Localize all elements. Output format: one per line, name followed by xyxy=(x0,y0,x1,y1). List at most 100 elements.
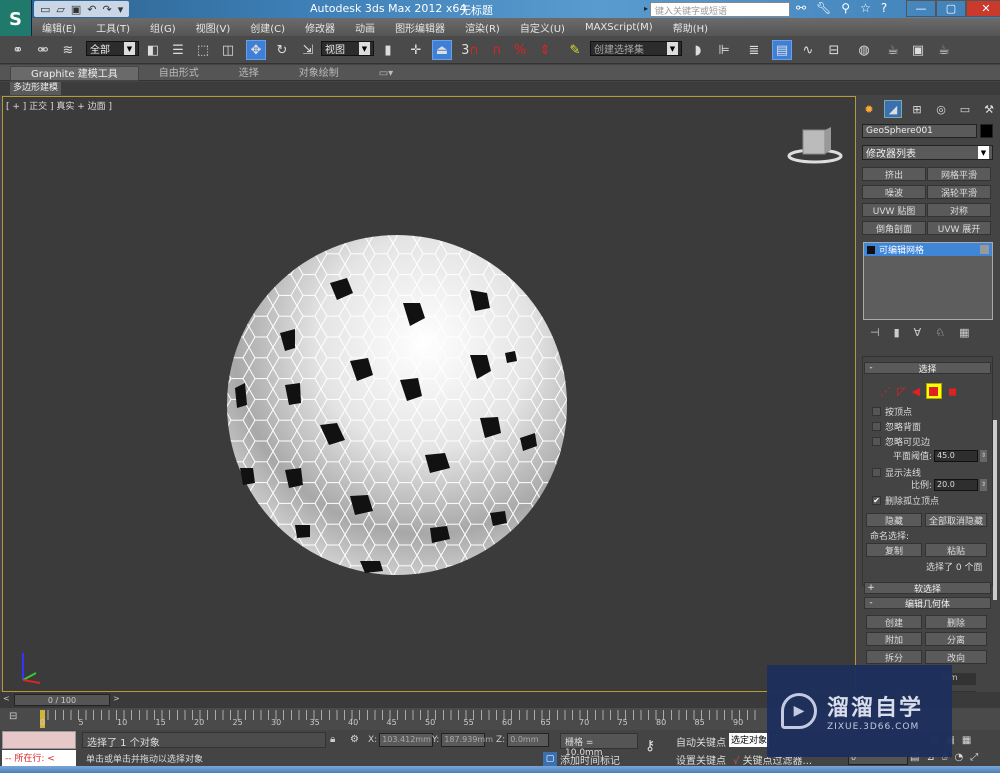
star-icon[interactable]: ☆ xyxy=(860,1,871,15)
menu-tools[interactable]: 工具(T) xyxy=(86,20,140,35)
remove-modifier-icon[interactable]: ♘ xyxy=(935,326,945,339)
stack-item-editable-mesh[interactable]: 可编辑网格 xyxy=(864,243,992,256)
make-unique-icon[interactable]: ∀ xyxy=(914,326,922,339)
menu-customize[interactable]: 自定义(U) xyxy=(510,20,575,35)
prev-frame-button[interactable]: < xyxy=(3,694,10,703)
wrench-icon[interactable]: 🔧︎ xyxy=(816,1,831,15)
maximize-button[interactable]: ▢ xyxy=(936,0,966,17)
stack-toggle-icon[interactable] xyxy=(980,245,989,254)
modifier-symmetry-button[interactable]: 对称 xyxy=(927,203,991,217)
time-tag-icon[interactable]: ▢ xyxy=(543,752,557,766)
face-level-icon[interactable]: ◀ xyxy=(911,385,919,398)
dropdown-icon[interactable]: ▾ xyxy=(118,3,124,16)
tab-object-paint[interactable]: 对象绘制 xyxy=(279,66,359,81)
create-tab-icon[interactable]: ✹ xyxy=(860,100,878,118)
new-icon[interactable]: ▭ xyxy=(40,3,50,16)
material-editor-icon[interactable]: ◍ xyxy=(854,40,874,60)
reference-coord-dropdown[interactable]: 视图 ▼ xyxy=(321,41,374,56)
modifier-noise-button[interactable]: 噪波 xyxy=(862,185,926,199)
orbit-icon[interactable]: ◔ xyxy=(955,752,964,763)
unhide-all-button[interactable]: 全部取消隐藏 xyxy=(925,513,987,527)
rendered-frame-icon[interactable]: ▣ xyxy=(908,40,928,60)
expand-icon[interactable] xyxy=(867,245,875,254)
show-end-result-icon[interactable]: ▮ xyxy=(894,326,900,339)
display-tab-icon[interactable]: ▭ xyxy=(956,100,974,118)
menu-create[interactable]: 创建(C) xyxy=(240,20,295,35)
curve-editor-icon[interactable]: ∿ xyxy=(798,40,818,60)
add-time-tag[interactable]: 添加时间标记 xyxy=(560,752,620,767)
z-coordinate-field[interactable]: 0.0mm xyxy=(507,733,550,747)
redo-icon[interactable]: ↷ xyxy=(103,3,112,16)
select-manipulate-icon[interactable]: ✛ xyxy=(406,40,426,60)
viewcube-box[interactable] xyxy=(802,129,826,155)
ribbon-options-icon[interactable]: ▭▾ xyxy=(359,66,413,81)
app-menu-button[interactable]: S xyxy=(0,0,32,38)
pivot-center-icon[interactable]: ▮ xyxy=(378,40,398,60)
render-setup-icon[interactable]: ☕ xyxy=(883,40,903,60)
viewport-label[interactable]: [ + ] 正交 ] 真实 + 边面 ] xyxy=(6,99,112,112)
layer-manager-icon[interactable]: ≣ xyxy=(744,40,764,60)
by-vertex-checkbox[interactable]: 按顶点 xyxy=(872,405,912,418)
x-coordinate-field[interactable]: 103.412mm xyxy=(379,733,434,747)
menu-edit[interactable]: 编辑(E) xyxy=(32,20,86,35)
ignore-backfacing-checkbox[interactable]: 忽略背面 xyxy=(872,420,921,433)
minimize-button[interactable]: — xyxy=(906,0,936,17)
menu-graph-editors[interactable]: 图形编辑器 xyxy=(385,20,455,35)
maxscript-line[interactable]: -- 所在行: < xyxy=(2,750,76,766)
modifier-unwrap-uvw-button[interactable]: UVW 展开 xyxy=(927,221,991,235)
modify-tab-icon[interactable]: ◢ xyxy=(884,100,902,118)
divide-button[interactable]: 拆分 xyxy=(866,650,922,664)
keyboard-shortcut-override-icon[interactable]: ⏏ xyxy=(432,40,452,60)
copy-button[interactable]: 复制 xyxy=(866,543,922,557)
percent-snap-icon[interactable]: % xyxy=(510,40,530,60)
geosphere-object[interactable] xyxy=(225,233,570,578)
next-frame-button[interactable]: > xyxy=(113,694,120,703)
tab-selection[interactable]: 选择 xyxy=(219,66,279,81)
modifier-list-dropdown[interactable]: 修改器列表 ▼ xyxy=(862,145,993,160)
move-icon[interactable]: ✥ xyxy=(246,40,266,60)
hierarchy-tab-icon[interactable]: ⊞ xyxy=(908,100,926,118)
modifier-extrude-button[interactable]: 挤出 xyxy=(862,167,926,181)
rect-selection-icon[interactable]: ⬚ xyxy=(193,40,213,60)
render-icon[interactable]: ☕ xyxy=(934,40,954,60)
mirror-icon[interactable]: ◗ xyxy=(688,40,708,60)
utilities-tab-icon[interactable]: ⚒ xyxy=(980,100,998,118)
select-object-icon[interactable]: ◧ xyxy=(143,40,163,60)
object-name-field[interactable]: GeoSphere001 xyxy=(862,124,977,138)
modifier-meshsmooth-button[interactable]: 网格平滑 xyxy=(927,167,991,181)
set-key-button[interactable]: 设置关键点 xyxy=(676,752,726,767)
tab-graphite[interactable]: Graphite 建模工具 xyxy=(10,66,139,81)
mini-curve-editor-icon[interactable]: ⊟ xyxy=(9,711,17,722)
open-icon[interactable]: ▱ xyxy=(56,3,64,16)
close-button[interactable]: ✕ xyxy=(966,0,1000,17)
spinner-snap-icon[interactable]: ⇕ xyxy=(535,40,555,60)
normal-scale-spinner[interactable]: 比例: 20.0 ⇕ xyxy=(911,478,988,491)
rotate-icon[interactable]: ↻ xyxy=(272,40,292,60)
menu-modifiers[interactable]: 修改器 xyxy=(295,20,345,35)
delete-button[interactable]: 删除 xyxy=(925,615,987,629)
edge-level-icon[interactable]: ◸ xyxy=(897,385,905,398)
soft-selection-rollout-header[interactable]: + 软选择 xyxy=(864,582,991,595)
menu-group[interactable]: 组(G) xyxy=(140,20,186,35)
unlink-icon[interactable]: ⚮ xyxy=(33,40,53,60)
key-selection-dropdown[interactable]: 选定对象 xyxy=(729,733,769,747)
pin-stack-icon[interactable]: ⊣ xyxy=(870,326,880,339)
graphite-toggle-icon[interactable]: ▤ xyxy=(772,40,792,60)
object-color-swatch[interactable] xyxy=(980,124,993,138)
planar-threshold-spinner[interactable]: 平面阈值: 45.0 ⇕ xyxy=(893,449,988,462)
menu-help[interactable]: 帮助(H) xyxy=(663,20,718,35)
auto-key-button[interactable]: 自动关键点 xyxy=(676,734,726,749)
ignore-visible-edges-checkbox[interactable]: 忽略可见边 xyxy=(872,435,930,448)
menu-animation[interactable]: 动画 xyxy=(345,20,385,35)
schematic-view-icon[interactable]: ⊟ xyxy=(824,40,844,60)
set-key-icon[interactable]: ⚷ xyxy=(645,738,655,754)
modifier-turbosmooth-button[interactable]: 涡轮平滑 xyxy=(927,185,991,199)
selection-filter-dropdown[interactable]: 全部 ▼ xyxy=(86,41,139,56)
satellite-icon[interactable]: ⚲ xyxy=(841,1,850,15)
vertex-level-icon[interactable]: ⋰ xyxy=(880,385,891,398)
time-slider[interactable]: 0 / 100 xyxy=(14,694,110,706)
save-icon[interactable]: ▣ xyxy=(71,3,81,16)
maxscript-listener-box[interactable] xyxy=(2,731,76,749)
polygon-level-icon[interactable] xyxy=(925,383,942,399)
detach-button[interactable]: 分离 xyxy=(925,632,987,646)
